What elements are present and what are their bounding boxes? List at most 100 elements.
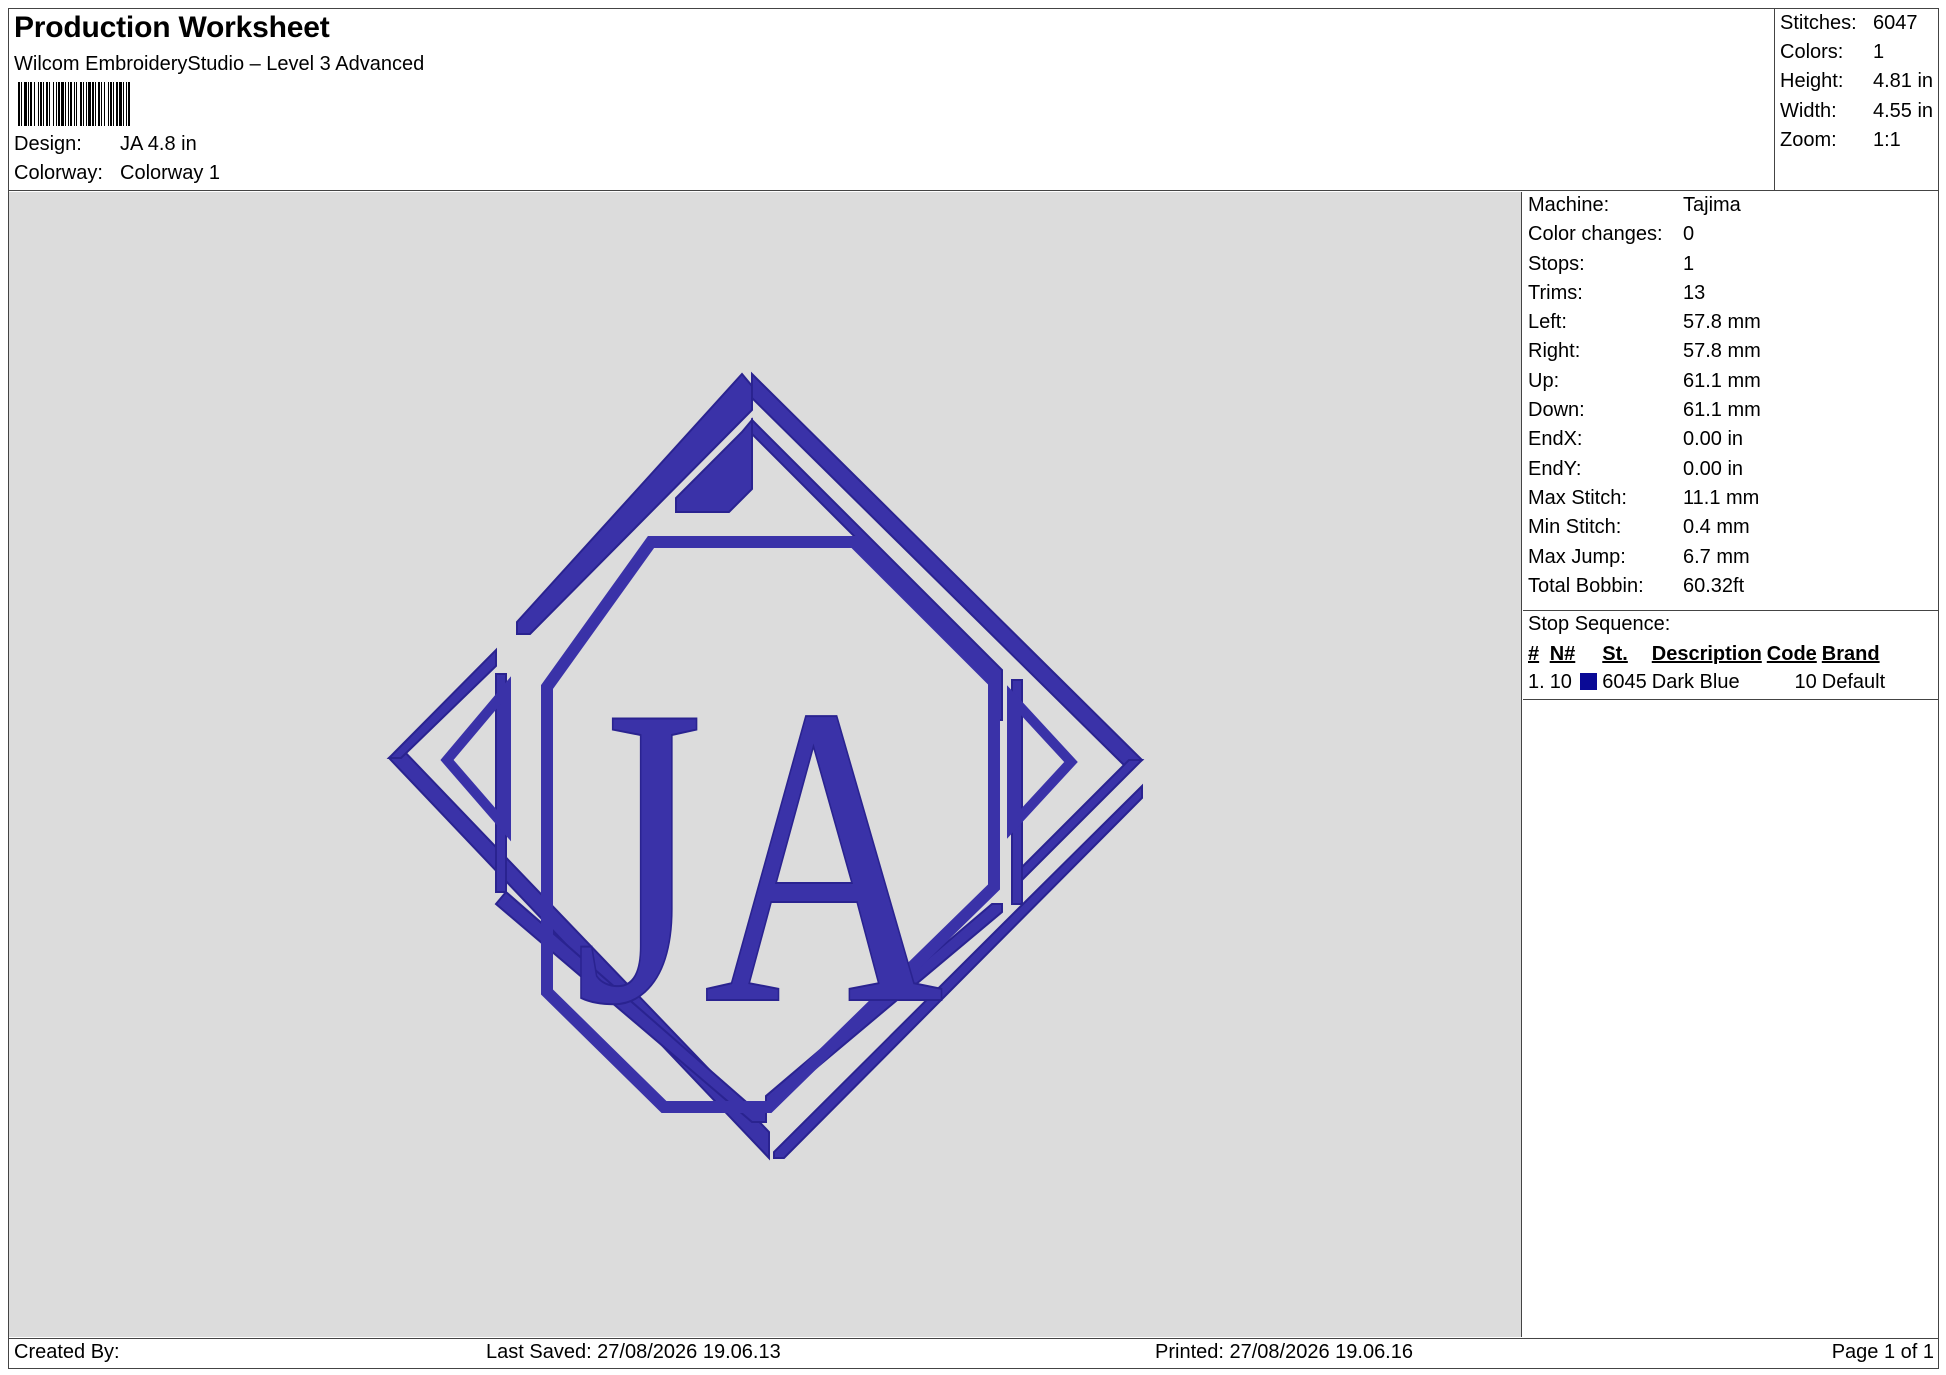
info-value: 13 (1683, 281, 1706, 304)
info-row: Stops: 1 (1528, 253, 1938, 282)
col-brand: Brand (1821, 643, 1880, 665)
info-value: 61.1 mm (1683, 369, 1761, 392)
info-value: 60.32ft (1683, 574, 1745, 597)
col-number: # (1528, 643, 1540, 665)
colorway-label: Colorway: (14, 162, 103, 184)
stop-sequence-title: Stop Sequence: (1528, 613, 1671, 635)
info-value: 57.8 mm (1683, 340, 1761, 363)
info-label: Color changes: (1528, 223, 1663, 246)
machine-info-panel: Machine: Tajima Color changes: 0 Stops: 1 Trim… (1523, 192, 1938, 1337)
stat-value: 4.81 in (1873, 70, 1934, 93)
design-label: Design: (14, 133, 82, 155)
row-stitches: 6045 (1602, 670, 1647, 693)
info-row: Down: 61.1 mm (1528, 399, 1938, 428)
info-value: 1 (1683, 252, 1695, 275)
info-row: Right: 57.8 mm (1528, 340, 1938, 369)
stat-width: Width: 4.55 in (1780, 100, 1938, 129)
info-row: Max Stitch: 11.1 mm (1528, 487, 1938, 516)
info-row: Machine: Tajima (1528, 194, 1938, 223)
barcode-icon (18, 82, 270, 126)
stat-label: Zoom: (1780, 128, 1837, 151)
info-label: Down: (1528, 399, 1585, 422)
info-label: Machine: (1528, 194, 1610, 216)
design-stats: Stitches: 6047 Colors: 1 Height: 4.81 in Wi… (1774, 9, 1938, 191)
colorway-row: Colorway: Colorway 1 (14, 162, 220, 185)
row-brand: Default (1821, 670, 1886, 693)
stat-height: Height: 4.81 in (1780, 70, 1938, 99)
page-title: Production Worksheet (14, 11, 330, 44)
table-header-row: # N# St. Description Code Brand (1526, 641, 1888, 668)
color-swatch-icon (1580, 672, 1598, 690)
worksheet-header: Production Worksheet Wilcom EmbroiderySt… (9, 9, 1938, 191)
last-saved: Last Saved: 27/08/2026 19.06.13 (486, 1341, 781, 1363)
info-label: Trims: (1528, 281, 1583, 304)
stat-value: 6047 (1873, 12, 1918, 34)
info-value: 57.8 mm (1683, 311, 1761, 334)
outer-frame-right (1016, 759, 1145, 888)
info-label: Max Jump: (1528, 545, 1626, 568)
col-description: Description (1651, 643, 1762, 665)
info-row: Min Stitch: 0.4 mm (1528, 516, 1938, 545)
stop-sequence-table: # N# St. Description Code Brand 1. 10 60… (1526, 641, 1888, 696)
info-value: 0.00 in (1683, 457, 1744, 480)
stat-zoom: Zoom: 1:1 (1780, 129, 1938, 158)
info-value: 0 (1683, 223, 1695, 246)
production-worksheet: Production Worksheet Wilcom EmbroiderySt… (8, 8, 1939, 1369)
col-stitches: St. (1602, 643, 1628, 665)
info-value: 0.4 mm (1683, 516, 1750, 539)
info-row: Color changes: 0 (1528, 223, 1938, 252)
info-label: EndX: (1528, 428, 1583, 451)
info-value: 11.1 mm (1683, 486, 1760, 509)
info-row: Up: 61.1 mm (1528, 370, 1938, 399)
row-description: Dark Blue (1651, 670, 1740, 693)
row-number: 1. (1528, 670, 1545, 693)
row-needle: 10 (1549, 670, 1572, 693)
software-name: Wilcom EmbroideryStudio – Level 3 Advanc… (14, 53, 425, 75)
info-label: Stops: (1528, 252, 1585, 275)
stat-stitches: Stitches: 6047 (1780, 12, 1938, 41)
col-code: Code (1766, 643, 1817, 665)
info-label: Right: (1528, 340, 1581, 363)
barcode-bar (128, 82, 130, 126)
stat-value: 4.55 in (1873, 99, 1934, 122)
info-label: Min Stitch: (1528, 516, 1622, 539)
info-row: Trims: 13 (1528, 282, 1938, 311)
info-label: Total Bobbin: (1528, 574, 1644, 597)
page-number: Page 1 of 1 (1831, 1341, 1934, 1363)
info-label: Left: (1528, 311, 1567, 334)
stat-colors: Colors: 1 (1780, 41, 1938, 70)
info-row: EndY: 0.00 in (1528, 458, 1938, 487)
col-swatch (1578, 641, 1600, 668)
stat-label: Width: (1780, 99, 1837, 122)
stat-label: Stitches: (1780, 12, 1857, 34)
info-value: 61.1 mm (1683, 399, 1761, 422)
row-code: 10 (1794, 670, 1817, 693)
col-needle: N# (1549, 643, 1576, 665)
embroidery-design: JA (386, 371, 1145, 1161)
design-value: JA 4.8 in (120, 133, 197, 155)
info-value: Tajima (1683, 194, 1741, 216)
info-row: Max Jump: 6.7 mm (1528, 546, 1938, 575)
info-row: Left: 57.8 mm (1528, 311, 1938, 340)
info-row: Total Bobbin: 60.32ft (1528, 575, 1938, 604)
outer-frame-left (386, 647, 497, 759)
stat-label: Height: (1780, 70, 1844, 93)
design-row: Design: JA 4.8 in (14, 133, 197, 156)
row-swatch (1578, 668, 1600, 696)
machine-info-list: Machine: Tajima Color changes: 0 Stops: 1 Trim… (1523, 192, 1938, 604)
created-by: Created By: (14, 1341, 120, 1363)
design-preview-canvas[interactable]: JA (9, 192, 1522, 1337)
stat-value: 1 (1873, 41, 1885, 64)
monogram-letters: JA (574, 618, 944, 1094)
info-label: Max Stitch: (1528, 486, 1627, 509)
info-value: 0.00 in (1683, 428, 1744, 451)
table-row: 1. 10 6045 Dark Blue 10 Default (1526, 668, 1888, 696)
divider (1523, 699, 1938, 700)
info-value: 6.7 mm (1683, 545, 1750, 568)
stat-label: Colors: (1780, 41, 1844, 64)
stop-sequence-section: Stop Sequence: # N# St. Description Code… (1523, 610, 1938, 700)
colorway-value: Colorway 1 (120, 162, 221, 184)
printed-date: Printed: 27/08/2026 19.06.16 (1155, 1341, 1413, 1363)
info-row: EndX: 0.00 in (1528, 428, 1938, 457)
info-label: EndY: (1528, 457, 1582, 480)
